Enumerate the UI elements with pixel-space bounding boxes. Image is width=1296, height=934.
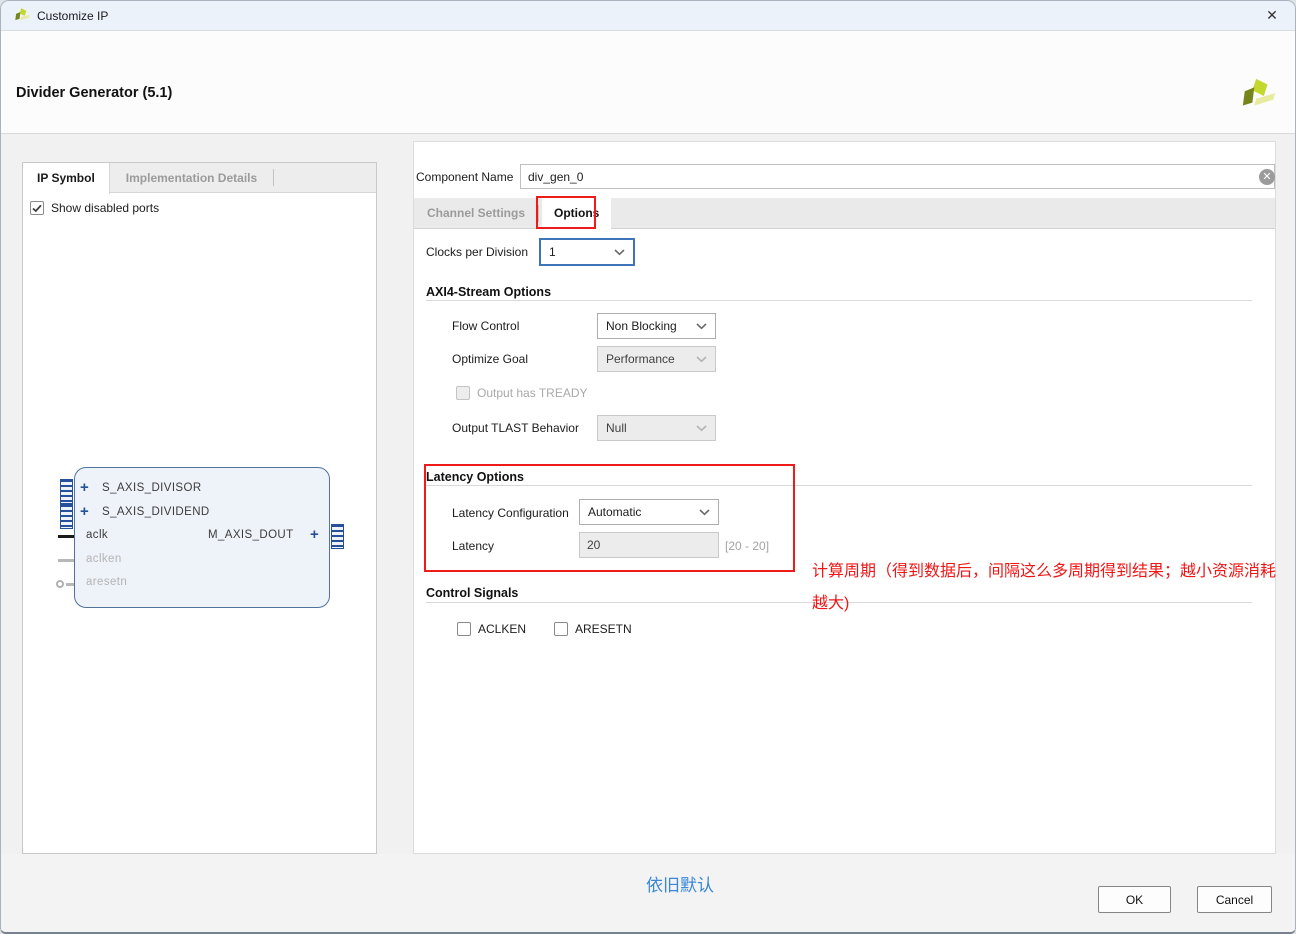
aclken-label: ACLKEN [478, 622, 526, 636]
chevron-down-icon [699, 509, 710, 516]
dialog-footer: 依旧默认 OK Cancel [1, 854, 1295, 934]
control-signals-header: Control Signals [426, 586, 518, 600]
axis-bus-icon [60, 504, 73, 529]
axi4-stream-options-header: AXI4-Stream Options [426, 285, 551, 299]
xilinx-logo-icon [14, 7, 31, 24]
clear-input-icon[interactable]: ✕ [1259, 169, 1275, 185]
options-panel: Component Name ✕ Channel Settings Option… [413, 141, 1276, 854]
axis-bus-icon [331, 524, 344, 549]
checkbox-unchecked-icon [456, 386, 470, 400]
aresetn-checkbox[interactable]: ARESETN [554, 622, 632, 636]
output-tlast-behavior-value: Null [606, 421, 627, 435]
cancel-button[interactable]: Cancel [1197, 886, 1272, 913]
cancel-button-label: Cancel [1216, 893, 1253, 907]
ok-button[interactable]: OK [1098, 886, 1171, 913]
latency-configuration-label: Latency Configuration [452, 506, 569, 520]
optimize-goal-dropdown: Performance [597, 346, 716, 372]
aresetn-pin [66, 583, 74, 586]
aclken-checkbox[interactable]: ACLKEN [457, 622, 526, 636]
port-s-axis-dividend: S_AXIS_DIVIDEND [102, 506, 210, 518]
expand-port-icon[interactable]: + [80, 479, 89, 496]
output-has-tready-checkbox: Output has TREADY [456, 386, 588, 400]
left-tab-bar: IP Symbol Implementation Details [23, 163, 376, 193]
clocks-per-division-label: Clocks per Division [426, 245, 528, 259]
tab-separator [273, 169, 274, 186]
clocks-per-division-value: 1 [549, 245, 556, 259]
latency-configuration-dropdown[interactable]: Automatic [579, 499, 719, 525]
close-button[interactable]: ✕ [1255, 1, 1289, 30]
tab-implementation-details[interactable]: Implementation Details [110, 163, 273, 192]
section-divider [426, 300, 1252, 301]
port-aclken: aclken [86, 553, 122, 565]
chevron-down-icon [696, 356, 707, 363]
checkbox-unchecked-icon [554, 622, 568, 636]
settings-tab-bar: Channel Settings Options [414, 198, 1275, 229]
port-aresetn: aresetn [86, 576, 127, 588]
latency-label: Latency [452, 539, 494, 553]
tab-channel-settings[interactable]: Channel Settings [414, 198, 538, 228]
show-disabled-ports-label: Show disabled ports [51, 201, 159, 215]
tab-separator [538, 205, 539, 222]
expand-port-icon[interactable]: + [80, 503, 89, 520]
output-has-tready-label: Output has TREADY [477, 386, 588, 400]
component-name-input[interactable] [520, 164, 1275, 189]
latency-options-header: Latency Options [426, 470, 524, 484]
chevron-down-icon [614, 249, 625, 256]
flow-control-value: Non Blocking [606, 319, 677, 333]
tab-options[interactable]: Options [542, 198, 611, 230]
checkbox-unchecked-icon [457, 622, 471, 636]
window-title: Customize IP [37, 9, 108, 23]
dialog-header: Divider Generator (5.1) i Documentation … [1, 31, 1295, 134]
chevron-down-icon [696, 425, 707, 432]
dialog-body: IP Symbol Implementation Details Show di… [1, 134, 1295, 854]
component-name-label: Component Name [416, 170, 513, 184]
optimize-goal-value: Performance [606, 352, 675, 366]
aclken-pin [58, 559, 74, 562]
port-m-axis-dout: M_AXIS_DOUT [208, 529, 294, 541]
latency-annotation-text-line2: 越大) [812, 589, 849, 613]
tab-ip-symbol[interactable]: IP Symbol [23, 163, 110, 194]
close-icon: ✕ [1266, 7, 1278, 24]
port-s-axis-divisor: S_AXIS_DIVISOR [102, 482, 202, 494]
latency-annotation-text-line1: 计算周期（得到数据后，间隔这么多周期得到结果；越小资源消耗 [812, 557, 1276, 581]
latency-range-hint: [20 - 20] [725, 539, 769, 553]
check-icon [32, 204, 42, 213]
output-tlast-behavior-label: Output TLAST Behavior [452, 421, 579, 435]
chevron-down-icon [696, 323, 707, 330]
latency-input [579, 532, 719, 558]
footer-annotation-text: 依旧默认 [646, 871, 714, 896]
clocks-per-division-dropdown[interactable]: 1 [539, 238, 635, 266]
left-panel: IP Symbol Implementation Details Show di… [22, 162, 377, 854]
ok-button-label: OK [1126, 893, 1143, 907]
title-bar: Customize IP ✕ [1, 1, 1295, 31]
checkbox-checked-icon [30, 201, 44, 215]
optimize-goal-label: Optimize Goal [452, 352, 528, 366]
aclk-pin [58, 535, 74, 538]
axis-bus-icon [60, 479, 73, 504]
expand-port-icon[interactable]: + [310, 526, 319, 543]
port-aclk: aclk [86, 529, 108, 541]
aresetn-label: ARESETN [575, 622, 632, 636]
aresetn-pin-ring [56, 580, 64, 588]
customize-ip-dialog: Customize IP ✕ Divider Generator (5.1) i… [0, 0, 1296, 934]
latency-configuration-value: Automatic [588, 505, 641, 519]
ip-title: Divider Generator (5.1) [16, 85, 172, 101]
xilinx-logo-large [1240, 76, 1278, 114]
flow-control-label: Flow Control [452, 319, 519, 333]
show-disabled-ports-checkbox[interactable]: Show disabled ports [30, 201, 159, 215]
flow-control-dropdown[interactable]: Non Blocking [597, 313, 716, 339]
output-tlast-behavior-dropdown: Null [597, 415, 716, 441]
section-divider [426, 485, 1252, 486]
